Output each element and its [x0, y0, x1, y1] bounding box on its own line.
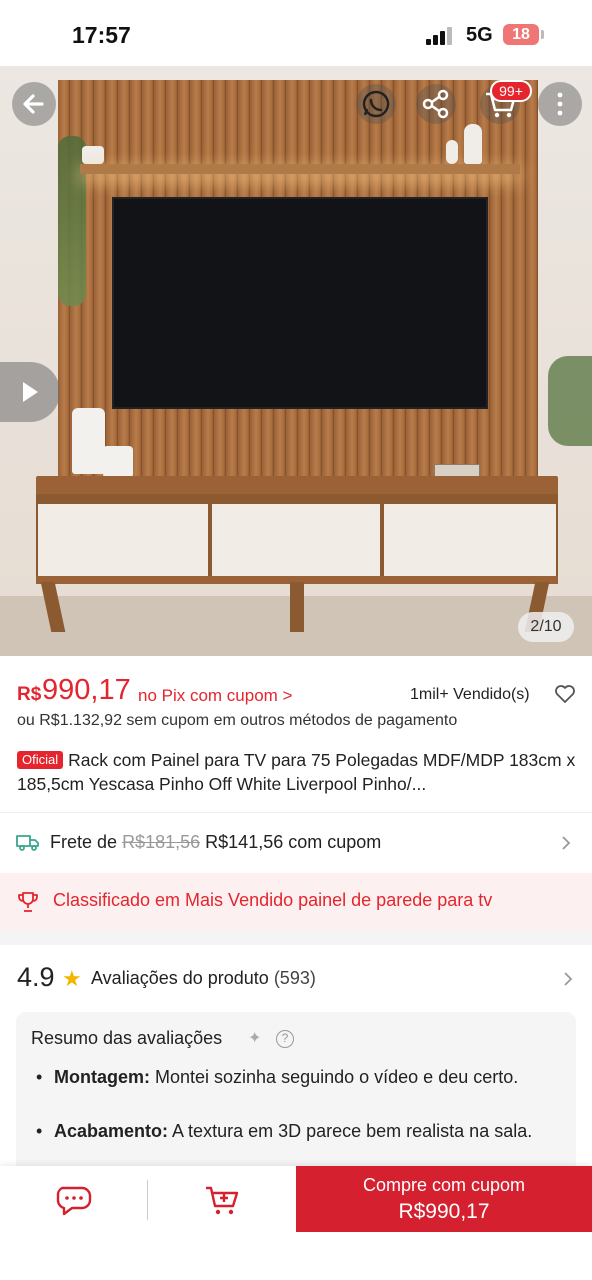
add-to-cart-icon[interactable]: [204, 1182, 242, 1218]
more-vertical-icon: [557, 92, 563, 116]
image-drawer: [384, 504, 556, 576]
shipping-label: Frete de: [50, 832, 118, 852]
cart-count-badge: 99+: [490, 80, 532, 102]
review-summary-card: Resumo das avaliações ✦ ? Montagem: Mont…: [16, 1012, 576, 1172]
product-image-carousel[interactable]: 99+ 2/10: [0, 66, 592, 656]
reviews-label-row: Avaliações do produto (593): [91, 968, 316, 989]
star-icon: ★: [62, 966, 82, 991]
review-summary-item: Acabamento: A textura em 3D parece bem r…: [36, 1120, 556, 1143]
image-counter: 2/10: [518, 612, 574, 642]
image-tv: [112, 197, 488, 409]
review-summary-text: A textura em 3D parece bem realista na s…: [168, 1121, 533, 1141]
share-button[interactable]: [414, 82, 458, 126]
price-value: 990,17: [42, 674, 131, 706]
shipping-row[interactable]: Frete de R$181,56 R$141,56 com cupom: [0, 818, 592, 868]
chevron-right-icon: [564, 972, 573, 986]
section-gap: [0, 931, 592, 945]
help-icon[interactable]: ?: [276, 1030, 294, 1048]
heart-icon[interactable]: [553, 682, 577, 706]
bottom-action-bar: Compre com cupom R$990,17: [0, 1166, 592, 1280]
shipping-new-price: R$141,56 com cupom: [205, 832, 382, 852]
image-vase-short: [103, 446, 133, 478]
network-label: 5G: [466, 24, 493, 46]
reviews-label: Avaliações do produto: [91, 968, 269, 988]
battery-tip: [541, 30, 544, 39]
share-icon: [416, 84, 456, 124]
whatsapp-icon: [356, 84, 396, 124]
truck-icon: [16, 835, 39, 851]
ranking-banner[interactable]: Classificado em Mais Vendido painel de p…: [0, 873, 592, 931]
sold-count: 1mil+ Vendido(s): [410, 686, 530, 703]
pix-coupon-link[interactable]: no Pix com cupom >: [138, 686, 293, 706]
trophy-icon: [18, 892, 38, 912]
ranking-text: Classificado em Mais Vendido painel de p…: [53, 890, 493, 910]
review-summary-key: Acabamento:: [54, 1121, 169, 1141]
review-summary-title: Resumo das avaliações: [31, 1028, 223, 1048]
chevron-right-icon: [562, 836, 571, 850]
divider: [0, 812, 592, 813]
image-drawer: [38, 504, 208, 576]
whatsapp-share-button[interactable]: [354, 82, 398, 126]
image-pot: [82, 146, 104, 164]
image-shelf: [80, 164, 520, 174]
image-leg: [290, 582, 304, 632]
product-title: Oficial Rack com Painel para TV para 75 P…: [17, 748, 577, 796]
shipping-old-price: R$181,56: [122, 832, 201, 852]
image-rack-top: [36, 476, 558, 496]
reviews-header[interactable]: 4.9 ★ Avaliações do produto (593): [17, 960, 577, 1000]
buy-button-label: Compre com cupom: [362, 1175, 526, 1195]
price-currency: R$: [17, 684, 42, 705]
review-summary-item: Montagem: Montei sozinha seguindo o víde…: [36, 1066, 556, 1089]
play-icon: [23, 382, 38, 402]
more-options-button[interactable]: [538, 82, 582, 126]
price-row: R$ 990,17 no Pix com cupom > 1mil+ Vendi…: [17, 674, 577, 714]
review-summary-text: Montei sozinha seguindo o vídeo e deu ce…: [150, 1067, 519, 1087]
signal-icon: [426, 27, 456, 45]
sparkle-icon: ✦: [248, 1030, 262, 1047]
image-vase: [464, 124, 482, 164]
review-summary-key: Montagem:: [54, 1067, 150, 1087]
status-time: 17:57: [72, 22, 131, 48]
alt-price: ou R$1.132,92 sem cupom em outros método…: [17, 712, 458, 729]
bottom-separator: [147, 1180, 148, 1220]
rating-value: 4.9: [17, 962, 55, 992]
buy-with-coupon-button[interactable]: Compre com cupom R$990,17: [296, 1166, 592, 1232]
play-video-button[interactable]: [0, 362, 60, 422]
official-badge: Oficial: [17, 751, 64, 769]
shipping-text: Frete de R$181,56 R$141,56 com cupom: [50, 832, 381, 853]
image-drawer: [212, 504, 380, 576]
image-vase-small: [446, 140, 458, 164]
image-vase-tall: [72, 408, 105, 474]
chat-icon[interactable]: [54, 1182, 94, 1218]
back-arrow-icon: [23, 94, 44, 114]
reviews-count: (593): [273, 968, 316, 988]
image-plant-right: [548, 356, 592, 446]
back-button[interactable]: [12, 82, 56, 126]
buy-button-price: R$990,17: [398, 1200, 490, 1223]
battery-icon: 18: [503, 24, 539, 45]
status-bar: 17:57 5G 18: [0, 0, 592, 66]
product-title-text: Rack com Painel para TV para 75 Polegada…: [17, 750, 576, 794]
